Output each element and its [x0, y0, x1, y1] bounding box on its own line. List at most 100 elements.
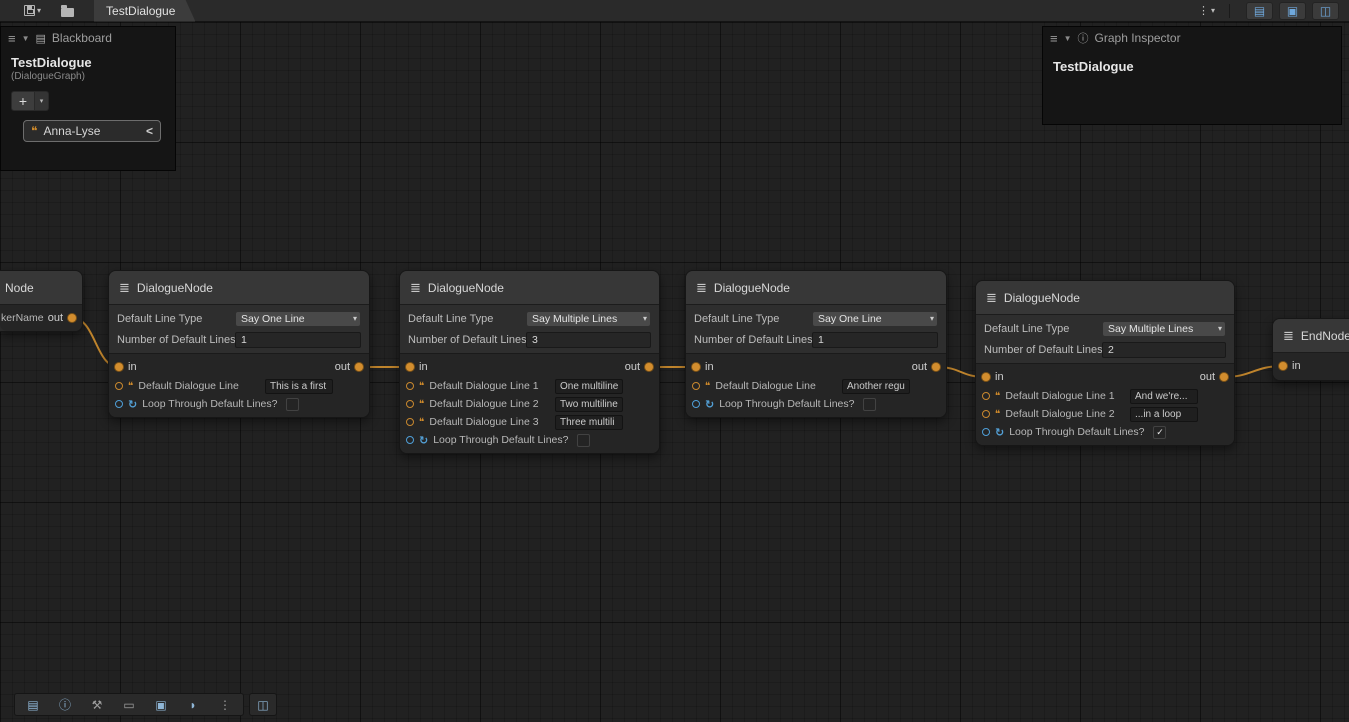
blackboard-field[interactable]: ❝ Anna-Lyse < — [23, 120, 161, 142]
dialogue-line-input[interactable]: Two multiline — [555, 397, 623, 412]
loop-checkbox[interactable] — [577, 434, 590, 447]
inspector-toggle-button[interactable]: ▣ — [1279, 2, 1306, 20]
add-property-button[interactable]: + — [11, 91, 35, 111]
line-port-dot[interactable] — [692, 382, 700, 390]
dock-overflow-button[interactable]: ⋮ — [209, 698, 241, 712]
out-port-dot[interactable] — [932, 363, 940, 371]
panel-toggle-button[interactable]: ◫ — [250, 698, 276, 712]
in-port[interactable]: in — [982, 371, 1004, 383]
line-port-dot[interactable] — [982, 410, 990, 418]
line-type-dropdown[interactable]: Say One Line ▾ — [812, 311, 938, 327]
blackboard-toggle-button[interactable]: ▤ — [1246, 2, 1273, 20]
kebab-menu-icon: ⋮ — [219, 698, 231, 712]
line-port-dot[interactable] — [115, 382, 123, 390]
in-port[interactable]: in — [692, 361, 714, 373]
add-property-caret-button[interactable]: ▾ — [35, 91, 49, 111]
line-count-input[interactable]: 2 — [1102, 342, 1226, 358]
end-node[interactable]: ≣ EndNode in — [1272, 318, 1349, 381]
out-port-dot[interactable] — [68, 314, 76, 322]
overflow-menu-button[interactable]: ⋮ ▾ — [1194, 2, 1219, 20]
dialogue-node-1[interactable]: ≣ DialogueNode Default Line Type Say One… — [108, 270, 370, 418]
loop-port-dot[interactable] — [982, 428, 990, 436]
line-port-dot[interactable] — [406, 400, 414, 408]
line-count-input[interactable]: 1 — [812, 332, 938, 348]
line-port-dot[interactable] — [406, 382, 414, 390]
out-port[interactable]: out — [1200, 371, 1228, 383]
overlay-toolbar: ▤ ⓘ ⚒ ▭ ▣ ◗ ⋮ — [14, 693, 244, 716]
dialogue-line-input[interactable]: Three multili — [555, 415, 623, 430]
loop-checkbox-checked[interactable]: ✓ — [1153, 426, 1166, 439]
chevron-left-icon[interactable]: < — [146, 124, 153, 138]
console-panel-button[interactable]: ▤ — [17, 698, 49, 712]
loop-port-dot[interactable] — [406, 436, 414, 444]
out-port[interactable]: out — [48, 312, 76, 324]
out-port-dot[interactable] — [355, 363, 363, 371]
node-title-bar[interactable]: ≣ DialogueNode — [400, 271, 659, 305]
in-port[interactable]: in — [115, 361, 137, 373]
line-count-label: Number of Default Lines — [117, 334, 235, 346]
in-port[interactable]: in — [406, 361, 428, 373]
toggle-view-button[interactable]: ◗ — [177, 698, 209, 712]
loop-checkbox[interactable] — [863, 398, 876, 411]
info-panel-button[interactable]: ⓘ — [49, 696, 81, 713]
dropdown-value: Say Multiple Lines — [532, 313, 617, 325]
out-port[interactable]: out — [912, 361, 940, 373]
loop-port-dot[interactable] — [692, 400, 700, 408]
in-port-dot[interactable] — [982, 373, 990, 381]
line-count-input[interactable]: 1 — [235, 332, 361, 348]
dialogue-node-icon: ≣ — [986, 290, 997, 306]
open-asset-button[interactable] — [57, 2, 78, 20]
dialogue-node-3[interactable]: ≣ DialogueNode Default Line Type Say One… — [685, 270, 947, 418]
out-port[interactable]: out — [625, 361, 653, 373]
out-port-dot[interactable] — [1220, 373, 1228, 381]
line-type-dropdown[interactable]: Say Multiple Lines ▾ — [526, 311, 651, 327]
loop-icon: ↻ — [705, 398, 714, 411]
dialogue-line-input[interactable]: This is a first — [265, 379, 333, 394]
line-port-dot[interactable] — [982, 392, 990, 400]
save-button[interactable]: ▾ — [20, 2, 45, 20]
line-port-dot[interactable] — [406, 418, 414, 426]
loop-checkbox[interactable] — [286, 398, 299, 411]
line-count-label: Number of Default Lines — [694, 334, 812, 346]
dialogue-line-input[interactable]: Another regu — [842, 379, 910, 394]
save-dropdown-caret-icon[interactable]: ▾ — [37, 6, 41, 15]
node-title-bar[interactable]: ≣ DialogueNode — [976, 281, 1234, 315]
dialogue-node-4[interactable]: ≣ DialogueNode Default Line Type Say Mul… — [975, 280, 1235, 446]
in-port[interactable]: in — [1279, 360, 1301, 372]
out-port-dot[interactable] — [645, 363, 653, 371]
loop-port-dot[interactable] — [115, 400, 123, 408]
line-type-dropdown[interactable]: Say One Line ▾ — [235, 311, 361, 327]
dialogue-line-input[interactable]: And we're... — [1130, 389, 1198, 404]
dialogue-line-input[interactable]: ...in a loop — [1130, 407, 1198, 422]
overflow-caret-icon: ▾ — [1211, 6, 1215, 15]
line-count-input[interactable]: 3 — [526, 332, 651, 348]
dialogue-node-2[interactable]: ≣ DialogueNode Default Line Type Say Mul… — [399, 270, 660, 454]
node-title: Node — [5, 281, 34, 295]
speaker-name-port[interactable]: kerName — [1, 312, 44, 324]
dialogue-line-input[interactable]: One multiline — [555, 379, 623, 394]
hamburger-menu-icon[interactable]: ≡ — [8, 31, 16, 46]
line-type-dropdown[interactable]: Say Multiple Lines ▾ — [1102, 321, 1226, 337]
tools-button[interactable]: ⚒ — [81, 698, 113, 712]
in-port-dot[interactable] — [406, 363, 414, 371]
node-title-bar[interactable]: ≣ EndNode — [1273, 319, 1349, 353]
frame-icon: ▭ — [123, 698, 134, 712]
hamburger-menu-icon[interactable]: ≡ — [1050, 31, 1058, 46]
blackboard-dock-button[interactable]: ▣ — [145, 698, 177, 712]
blackboard-header[interactable]: ≡ ▼ ▤ Blackboard — [1, 27, 175, 49]
out-port[interactable]: out — [335, 361, 363, 373]
graph-inspector-header[interactable]: ≡ ▼ ⓘ Graph Inspector — [1043, 27, 1341, 49]
node-title-bar[interactable]: Node — [0, 271, 82, 305]
node-title-bar[interactable]: ≣ DialogueNode — [109, 271, 369, 305]
in-port-dot[interactable] — [1279, 362, 1287, 370]
in-port-dot[interactable] — [692, 363, 700, 371]
collapse-arrow-icon[interactable]: ▼ — [1064, 34, 1072, 43]
minimap-toggle-button[interactable]: ◫ — [1312, 2, 1339, 20]
caret-down-icon: ▾ — [40, 97, 44, 105]
collapse-arrow-icon[interactable]: ▼ — [22, 34, 30, 43]
graph-tab[interactable]: TestDialogue — [94, 0, 195, 22]
in-port-dot[interactable] — [115, 363, 123, 371]
node-title-bar[interactable]: ≣ DialogueNode — [686, 271, 946, 305]
start-node-partial[interactable]: Node kerName out — [0, 270, 83, 332]
frame-button[interactable]: ▭ — [113, 698, 145, 712]
